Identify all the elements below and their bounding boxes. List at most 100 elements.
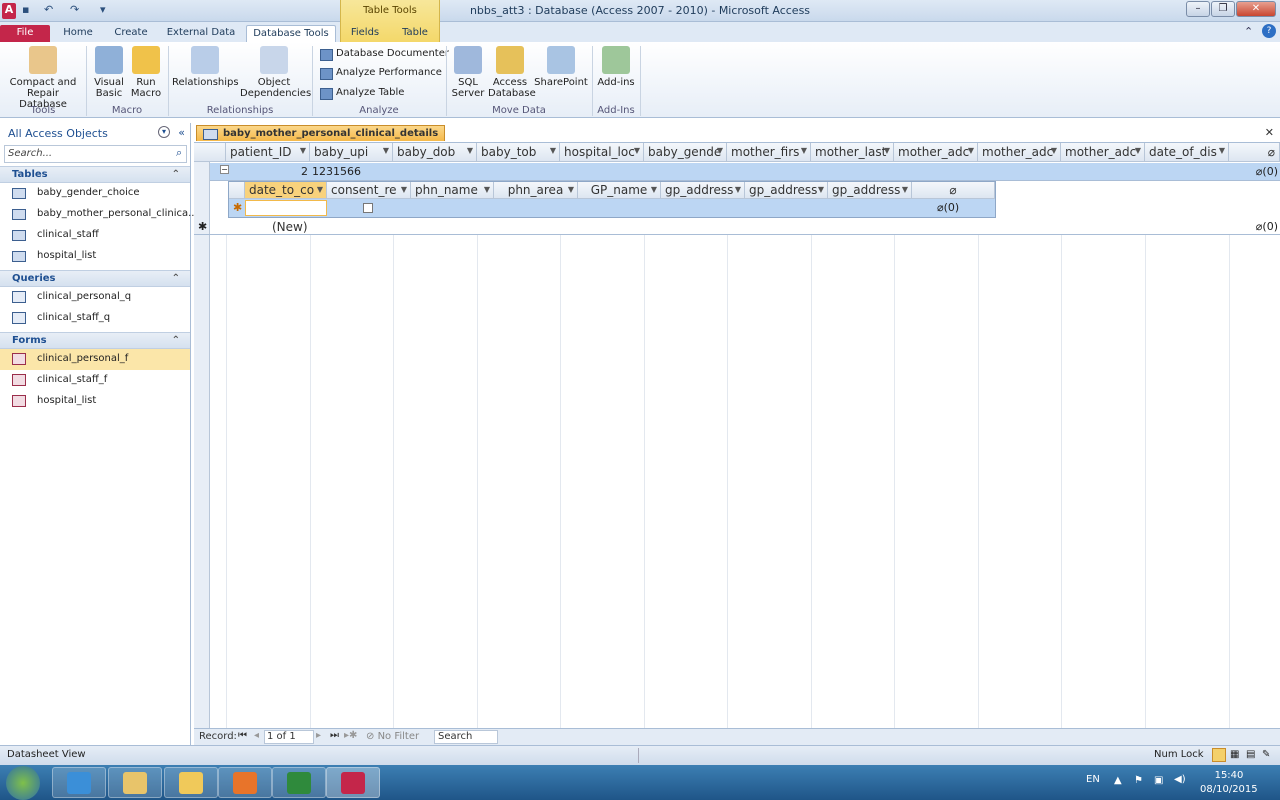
section-forms[interactable]: Forms ⌃: [0, 332, 190, 349]
pivotchart-view-icon[interactable]: ▤: [1246, 749, 1255, 760]
relationships-button[interactable]: Relationships: [172, 46, 239, 88]
analyze-performance-button[interactable]: Analyze Performance: [318, 65, 442, 81]
tab-database-tools[interactable]: Database Tools: [246, 25, 336, 42]
access-database-button[interactable]: Access Database: [488, 46, 536, 99]
database-documenter-button[interactable]: Database Documenter: [318, 46, 449, 62]
next-record-icon[interactable]: ▸: [316, 730, 321, 741]
tab-file[interactable]: File: [0, 25, 50, 42]
clock-date[interactable]: 08/10/2015: [1200, 784, 1258, 795]
sharepoint-button[interactable]: SharePoint: [534, 46, 588, 88]
current-record-input[interactable]: 1 of 1: [264, 730, 314, 744]
sub-column-header[interactable]: GP_name ▼: [578, 182, 661, 199]
nav-query-item[interactable]: clinical_personal_q: [0, 287, 190, 308]
tab-fields[interactable]: Fields: [344, 25, 386, 42]
datasheet-view-icon[interactable]: [1212, 748, 1226, 762]
network-icon[interactable]: ▣: [1154, 775, 1163, 786]
sub-column-header[interactable]: gp_address ▼: [745, 182, 828, 199]
column-header[interactable]: mother_last ▼: [811, 143, 894, 162]
filter-status[interactable]: ⊘ No Filter: [366, 731, 419, 742]
attachment-column-header[interactable]: ⌀: [1229, 143, 1280, 162]
minimize-button[interactable]: –: [1186, 1, 1210, 17]
nav-query-item[interactable]: clinical_staff_q: [0, 308, 190, 329]
last-record-icon[interactable]: ⏭: [330, 730, 339, 741]
sub-column-header[interactable]: consent_re ▼: [327, 182, 411, 199]
section-queries[interactable]: Queries ⌃: [0, 270, 190, 287]
search-icon[interactable]: ⌕: [176, 146, 182, 160]
table-row[interactable]: − 2 1231566 ⌀(0): [210, 163, 1280, 181]
column-header[interactable]: mother_firs ▼: [727, 143, 811, 162]
sql-server-button[interactable]: SQL Server: [450, 46, 486, 99]
nav-table-item[interactable]: clinical_staff: [0, 225, 190, 246]
column-header[interactable]: patient_ID ▼: [226, 143, 310, 162]
design-view-icon[interactable]: ✎: [1262, 749, 1270, 760]
nav-search-input[interactable]: Search...: [4, 145, 187, 163]
tab-home[interactable]: Home: [56, 25, 100, 42]
new-record-nav-icon[interactable]: ▸✱: [344, 730, 357, 741]
date-to-co-input[interactable]: [245, 200, 327, 216]
compact-repair-button[interactable]: Compact and Repair Database: [4, 46, 82, 110]
section-tables[interactable]: Tables ⌃: [0, 166, 190, 183]
sub-column-header[interactable]: phn_area ▼: [494, 182, 578, 199]
attachment-cell[interactable]: ⌀(0): [1256, 165, 1278, 178]
sub-attachment-header[interactable]: ⌀: [912, 182, 995, 199]
tab-create[interactable]: Create: [108, 25, 154, 42]
start-button[interactable]: [6, 766, 40, 800]
new-row[interactable]: ✱ (New) ⌀(0): [194, 218, 1280, 235]
sub-column-header[interactable]: gp_address ▼: [828, 182, 912, 199]
run-macro-button[interactable]: Run Macro: [128, 46, 164, 99]
select-all-header[interactable]: [194, 143, 226, 162]
access-taskbar-button[interactable]: [326, 767, 380, 798]
help-icon[interactable]: ?: [1262, 24, 1276, 38]
tab-external-data[interactable]: External Data: [162, 25, 240, 42]
analyze-table-button[interactable]: Analyze Table: [318, 85, 404, 101]
column-header[interactable]: baby_dob ▼: [393, 143, 477, 162]
volume-icon[interactable]: ◀): [1174, 774, 1186, 785]
object-dependencies-button[interactable]: Object Dependencies: [240, 46, 311, 99]
restore-button[interactable]: ❐: [1211, 1, 1235, 17]
nav-form-item[interactable]: hospital_list: [0, 391, 190, 412]
nav-header[interactable]: All Access Objects ▾ «: [0, 123, 190, 143]
pivottable-view-icon[interactable]: ▦: [1230, 749, 1239, 760]
clock-time[interactable]: 15:40: [1214, 770, 1244, 781]
column-header[interactable]: mother_adc ▼: [894, 143, 978, 162]
column-header[interactable]: hospital_loc ▼: [560, 143, 644, 162]
column-header[interactable]: baby_tob ▼: [477, 143, 560, 162]
previous-record-icon[interactable]: ◂: [254, 730, 259, 741]
internet-explorer-taskbar-button[interactable]: [52, 767, 106, 798]
file-explorer-taskbar-button[interactable]: [108, 767, 162, 798]
consent-checkbox[interactable]: [363, 203, 373, 213]
column-header[interactable]: date_of_dis ▼: [1145, 143, 1229, 162]
column-header[interactable]: baby_upi ▼: [310, 143, 393, 162]
sub-column-header[interactable]: gp_address ▼: [661, 182, 745, 199]
column-header[interactable]: mother_adc ▼: [1061, 143, 1145, 162]
show-hidden-icons-icon[interactable]: ▲: [1114, 775, 1122, 786]
close-document-icon[interactable]: ✕: [1265, 126, 1274, 139]
close-window-button[interactable]: ✕: [1236, 1, 1276, 17]
first-record-icon[interactable]: ⏮: [238, 730, 247, 741]
media-player-taskbar-button[interactable]: [218, 767, 272, 798]
tab-table[interactable]: Table: [394, 25, 436, 42]
add-ins-button[interactable]: Add-ins: [596, 46, 636, 88]
nav-form-item[interactable]: clinical_personal_f: [0, 349, 190, 370]
column-header[interactable]: baby_gende ▼: [644, 143, 727, 162]
attachment-cell[interactable]: ⌀(0): [937, 201, 959, 214]
shutter-bar-close-icon[interactable]: «: [178, 126, 185, 139]
language-indicator[interactable]: EN: [1086, 774, 1100, 785]
attachment-cell[interactable]: ⌀(0): [1256, 220, 1278, 233]
nav-table-item[interactable]: hospital_list: [0, 246, 190, 267]
nav-table-item[interactable]: baby_mother_personal_clinica...: [0, 204, 198, 225]
action-center-flag-icon[interactable]: ⚑: [1134, 775, 1143, 786]
outlook-taskbar-button[interactable]: [164, 767, 218, 798]
column-header[interactable]: mother_adc ▼: [978, 143, 1061, 162]
cell-baby-upi[interactable]: 1231566: [312, 165, 361, 178]
cell-patient-id[interactable]: 2: [226, 165, 310, 178]
nav-table-item[interactable]: baby_gender_choice: [0, 183, 190, 204]
sub-new-row[interactable]: ✱ ⌀(0): [229, 199, 995, 217]
sub-column-header[interactable]: date_to_co ▼: [245, 182, 327, 199]
document-tab[interactable]: baby_mother_personal_clinical_details: [196, 125, 446, 141]
minimize-ribbon-icon[interactable]: ⌃: [1244, 25, 1253, 41]
record-search-input[interactable]: Search: [434, 730, 498, 744]
nav-menu-icon[interactable]: ▾: [158, 126, 170, 138]
excel-taskbar-button[interactable]: [272, 767, 326, 798]
nav-form-item[interactable]: clinical_staff_f: [0, 370, 190, 391]
